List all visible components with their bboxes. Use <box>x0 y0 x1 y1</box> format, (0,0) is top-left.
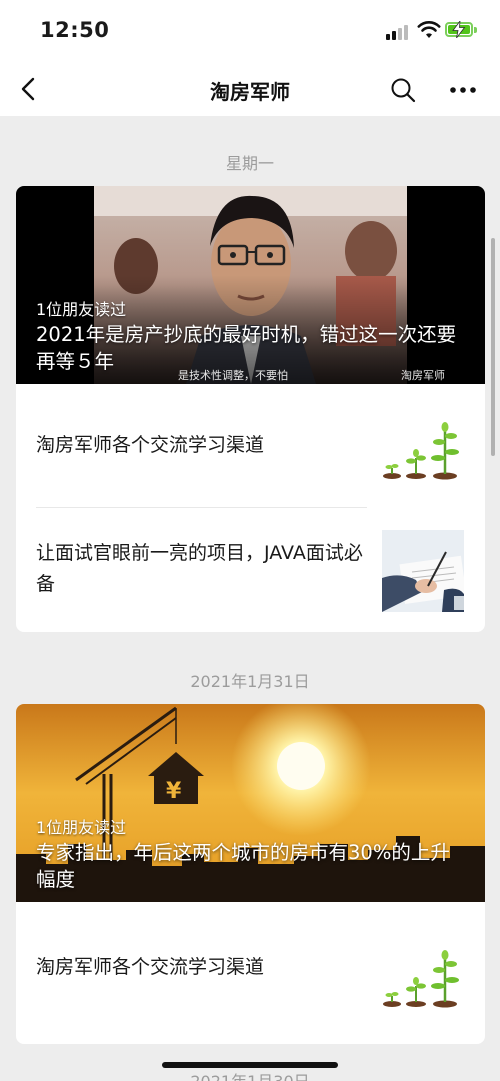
friends-read-count: 1位朋友读过 <box>36 818 127 837</box>
status-bar: 12:50 <box>0 0 500 62</box>
article-title: 淘房军师各个交流学习渠道 <box>36 434 265 456</box>
article-title: 让面试官眼前一亮的项目，JAVA面试必备 <box>36 542 363 595</box>
article-list-item[interactable]: 让面试官眼前一亮的项目，JAVA面试必备 <box>16 508 485 632</box>
more-dots-icon[interactable] <box>448 75 478 105</box>
date-divider: 2021年1月30日 <box>0 1068 500 1081</box>
charging-bolt-icon <box>452 21 466 38</box>
friends-read-count: 1位朋友读过 <box>36 300 127 319</box>
app-screen: 12:50 淘房军师 星期一 是技术性调整，不要怕 淘房军师 1位朋友读过 20… <box>0 0 500 1081</box>
article-card: 是技术性调整，不要怕 淘房军师 1位朋友读过 2021年是房产抄底的最好时机，错… <box>16 186 485 632</box>
hero-article-title: 2021年是房产抄底的最好时机，错过这一次还要再等５年 <box>36 323 457 373</box>
hero-article[interactable]: ¥ 1位朋友读过 专家指出，年后这两个城市的房市有30%的上升幅度 <box>16 704 485 902</box>
hero-article-title: 专家指出，年后这两个城市的房市有30%的上升幅度 <box>36 841 450 891</box>
nav-bar: 淘房军师 <box>0 62 500 116</box>
status-time: 12:50 <box>40 18 110 42</box>
article-list-item[interactable]: 淘房军师各个交流学习渠道 <box>16 902 485 1026</box>
scrollbar[interactable] <box>491 238 495 456</box>
date-divider: 2021年1月31日 <box>190 672 310 691</box>
handwriting-thumbnail <box>382 530 464 612</box>
battery-tip <box>474 27 477 33</box>
home-indicator[interactable] <box>162 1062 338 1068</box>
plant-growth-thumbnail <box>382 406 464 488</box>
hero-article[interactable]: 是技术性调整，不要怕 淘房军师 1位朋友读过 2021年是房产抄底的最好时机，错… <box>16 186 485 384</box>
cellular-signal-icon <box>386 24 410 40</box>
wifi-icon <box>417 21 441 38</box>
search-icon[interactable] <box>388 75 418 105</box>
date-divider: 星期一 <box>225 154 274 173</box>
article-title: 淘房军师各个交流学习渠道 <box>36 956 265 978</box>
article-card: ¥ 1位朋友读过 专家指出，年后这两个城市的房市有30%的上升幅度 淘房军师各个… <box>16 704 485 1044</box>
svg-text:¥: ¥ <box>166 779 182 804</box>
page-title: 淘房军师 <box>210 80 290 104</box>
article-list-item[interactable]: 淘房军师各个交流学习渠道 <box>16 384 485 508</box>
plant-growth-thumbnail <box>382 934 464 1016</box>
